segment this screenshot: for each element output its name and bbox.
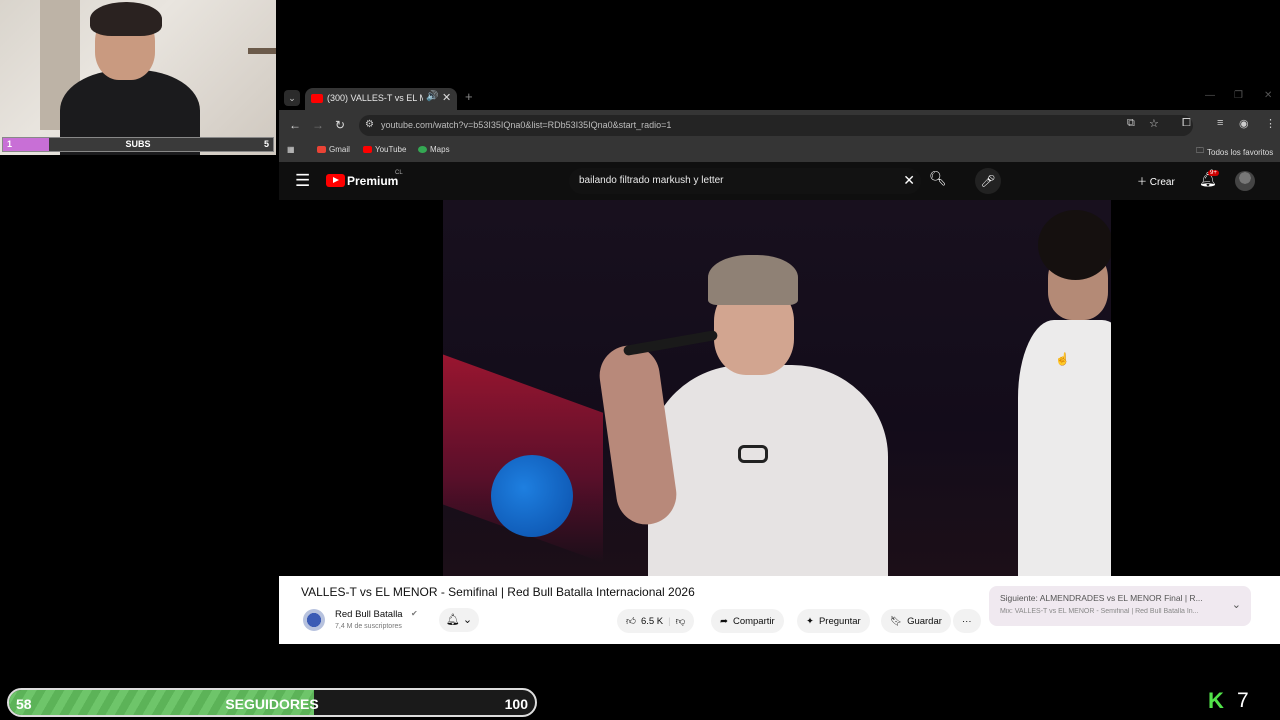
kick-logo-icon: K (1208, 688, 1224, 713)
menu-icon[interactable]: ☰ (295, 171, 310, 191)
subs-goal-max: 5 (263, 139, 269, 149)
profile-icon[interactable]: ◉ (1239, 117, 1249, 130)
forward-icon[interactable]: → (312, 118, 324, 132)
ask-button[interactable]: ✦ Preguntar (797, 609, 870, 633)
save-label: Guardar (907, 615, 942, 627)
bookmarks-bar: ▦ Gmail YouTube Maps 🗀 Todos los favorito… (279, 140, 1280, 162)
gmail-icon (317, 146, 326, 153)
followers-goal-bar: 58 SEGUIDORES 100 (7, 688, 537, 717)
rapper (595, 255, 888, 576)
close-window-icon[interactable]: ✕ (1264, 90, 1272, 101)
media-controls-icon[interactable]: ≡ (1217, 117, 1223, 129)
tab-title: (300) VALLES-T vs EL MENO (327, 93, 423, 103)
apps-grid-icon[interactable]: ▦ (287, 145, 295, 154)
followers-label: SEGUIDORES (225, 696, 319, 712)
bookmark-youtube[interactable]: YouTube (363, 145, 406, 154)
clear-search-icon[interactable]: ✕ (903, 172, 915, 189)
minimize-icon[interactable]: — (1205, 90, 1215, 101)
bookmark-gmail[interactable]: Gmail (317, 145, 350, 154)
sparkle-icon: ✦ (806, 615, 814, 627)
notification-badge: 9+ (1208, 170, 1219, 176)
thumbs-down-icon[interactable]: 👎︎ (676, 615, 686, 627)
more-icon: ··· (962, 615, 972, 627)
like-count: 6.5 K (640, 615, 664, 627)
extensions-icon[interactable]: ⧠ (1182, 117, 1191, 130)
thumbs-up-icon: 👍︎ (626, 616, 636, 627)
browser-toolbar: ← → ↻ ⚙ youtube.com/watch?v=b53I35IQna0&… (279, 110, 1280, 140)
search-icon[interactable]: 🔍︎ (929, 170, 947, 187)
tab-youtube[interactable]: (300) VALLES-T vs EL MENO 🔊 ✕ (305, 88, 457, 110)
bookmark-maps[interactable]: Maps (418, 145, 450, 154)
browser-menu-icon[interactable]: ⋮ (1265, 117, 1276, 130)
video-title: VALLES-T vs EL MENOR - Semifinal | Red B… (301, 585, 695, 599)
followers-goal: 100 (504, 696, 528, 712)
up-next-title: Siguiente: ALMENDRADES vs EL MENOR Final… (1000, 593, 1203, 603)
youtube-favicon-icon (311, 94, 323, 103)
tab-search-button[interactable]: ⌄ (284, 90, 300, 106)
search-input[interactable]: bailando filtrado markush y letter ✕ (569, 168, 921, 194)
create-label: Crear (1149, 177, 1175, 188)
subs-goal-bar: 1 SUBS 5 (2, 137, 274, 152)
restore-icon[interactable]: ❐ (1234, 90, 1243, 101)
site-info-icon[interactable]: ⚙ (365, 119, 374, 130)
like-button[interactable]: 👍︎ 6.5 K | 👎︎ (617, 609, 695, 633)
subscription-bell-button[interactable]: 🔔︎ ⌄ (439, 608, 479, 632)
region-code: CL (395, 170, 403, 176)
webcam-overlay (0, 0, 276, 155)
bookmark-icon: 🔖︎ (890, 615, 903, 627)
save-button[interactable]: 🔖︎ Guardar (881, 609, 951, 633)
ask-label: Preguntar (818, 615, 861, 627)
youtube-page: ☰ Premium CL bailando filtrado markush y… (279, 162, 1280, 644)
youtube-logo-icon[interactable] (326, 174, 345, 187)
tab-strip: ⌄ (300) VALLES-T vs EL MENO 🔊 ✕ + — ❐ ✕ (279, 86, 1280, 110)
back-icon[interactable]: ← (289, 118, 301, 132)
browser-window: ⌄ (300) VALLES-T vs EL MENO 🔊 ✕ + — ❐ ✕ … (279, 86, 1280, 644)
video-player[interactable]: ☝ (443, 200, 1111, 576)
kick-viewer-count: 7 (1237, 689, 1249, 712)
verified-icon: ✔ (411, 609, 418, 618)
subs-goal-label: SUBS (125, 139, 151, 149)
address-bar[interactable]: ⚙ youtube.com/watch?v=b53I35IQna0&list=R… (359, 115, 1193, 136)
reload-icon[interactable]: ↻ (335, 118, 345, 132)
bookmark-youtube-label: YouTube (375, 145, 407, 154)
search-query: bailando filtrado markush y letter (579, 175, 724, 186)
youtube-brand[interactable]: Premium (347, 174, 398, 188)
account-avatar[interactable] (1235, 171, 1255, 191)
more-actions-button[interactable]: ··· (953, 609, 981, 633)
maps-icon (418, 146, 427, 153)
share-label: Compartir (732, 615, 775, 627)
install-app-icon[interactable]: ⧉ (1127, 117, 1135, 130)
folder-icon: 🗀 (1196, 146, 1204, 155)
blue-stage-disc (491, 455, 573, 537)
url-text: youtube.com/watch?v=b53I35IQna0&list=RDb… (381, 120, 672, 130)
opponent (1018, 210, 1111, 576)
channel-name[interactable]: Red Bull Batalla (335, 609, 403, 620)
mouse-cursor-icon: ☝ (1055, 352, 1070, 366)
share-icon: ➦ (720, 615, 728, 627)
up-next-mix: Mix: VALLES-T vs EL MENOR - Semifinal | … (1000, 608, 1199, 615)
speaker-icon[interactable]: 🔊 (426, 91, 438, 102)
new-tab-button[interactable]: + (465, 89, 473, 104)
subscriber-count: 7,4 M de suscriptores (335, 623, 402, 630)
screen: 1 SUBS 5 ⌄ (300) VALLES-T vs EL MENO 🔊 ✕… (0, 0, 1280, 720)
channel-avatar[interactable] (303, 609, 325, 631)
mic-icon[interactable]: 🎤︎ (975, 168, 1001, 194)
close-tab-icon[interactable]: ✕ (442, 91, 451, 104)
chevron-down-icon[interactable]: ⌄ (1232, 598, 1241, 611)
all-favorites-label: Todos los favoritos (1207, 147, 1274, 157)
youtube-icon (363, 146, 372, 153)
bookmark-maps-label: Maps (430, 145, 450, 154)
video-details: VALLES-T vs EL MENOR - Semifinal | Red B… (279, 576, 1280, 644)
create-button[interactable]: ＋ Crear (1137, 173, 1175, 188)
up-next-card[interactable]: Siguiente: ALMENDRADES vs EL MENOR Final… (989, 586, 1251, 626)
background-shelf (248, 48, 276, 54)
streamer (60, 2, 200, 155)
bookmark-gmail-label: Gmail (329, 145, 350, 154)
share-button[interactable]: ➦ Compartir (711, 609, 784, 633)
youtube-header: ☰ Premium CL bailando filtrado markush y… (279, 162, 1280, 200)
all-favorites[interactable]: 🗀 Todos los favoritos (1196, 145, 1273, 159)
bookmark-star-icon[interactable]: ☆ (1149, 117, 1159, 130)
